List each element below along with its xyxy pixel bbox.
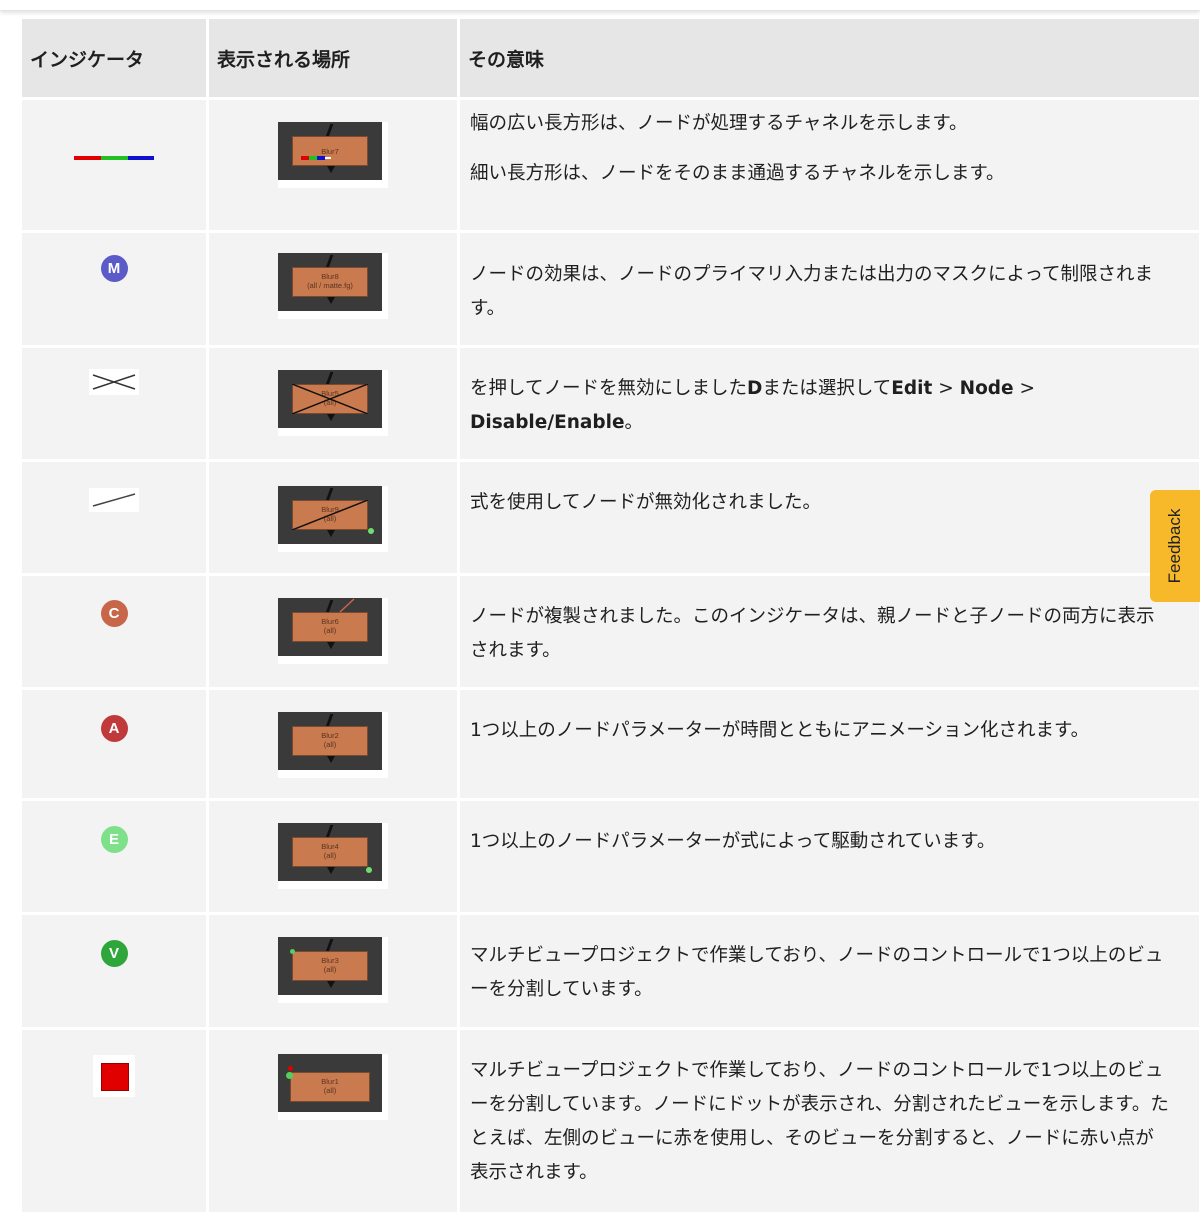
indicator-cell	[22, 1030, 209, 1215]
menu-separator: >	[1013, 378, 1035, 399]
table-row: E Blur4 (all) 1つ以上のノードパラメーターが式によって駆動されてい…	[22, 801, 1200, 915]
location-cell: Blur7	[209, 100, 460, 233]
animated-a-icon: A	[100, 715, 128, 742]
expression-disabled-line-icon	[89, 488, 139, 512]
meaning-cell: ノードが複製されました。このインジケータは、親ノードと子ノードの両方に表示されま…	[460, 576, 1200, 690]
indicator-cell: E	[22, 801, 209, 915]
expression-e-icon: E	[100, 826, 128, 853]
node-label: Blur6	[321, 617, 339, 626]
location-cell: Blur3 (all)	[209, 915, 460, 1030]
view-dot-red-square-icon	[93, 1055, 135, 1097]
node-sublabel: (all)	[323, 965, 337, 974]
meaning-text: マルチビュープロジェクトで作業しており、ノードのコントロールで1つ以上のビューを…	[470, 1060, 1169, 1183]
meaning-cell: 式を使用してノードが無効化されました。	[460, 462, 1200, 576]
multiview-v-icon: V	[100, 940, 128, 967]
meaning-cell: 幅の広い長方形は、ノードが処理するチャネルを示します。 細い長方形は、ノードをそ…	[460, 100, 1200, 233]
meaning-text-part: または選択して	[762, 378, 892, 399]
node-thumbnail: Blur4 (all)	[278, 823, 388, 889]
indicator-cell: A	[22, 690, 209, 801]
location-cell: Blur5 (all)	[209, 348, 460, 462]
header-indicator: インジケータ	[22, 19, 209, 100]
green-dot-icon	[366, 867, 372, 873]
meaning-text: 幅の広い長方形は、ノードが処理するチャネルを示します。	[470, 113, 968, 134]
node-thumbnail: Blur9 (all)	[278, 486, 388, 552]
menu-node: Node	[959, 378, 1014, 399]
meaning-text: を押してノードを無効にしましたDまたは選択してEdit > Node > Dis…	[470, 372, 1169, 440]
node-label: Blur4	[321, 842, 339, 851]
location-cell: Blur2 (all)	[209, 690, 460, 801]
meaning-text-part: 。	[624, 412, 644, 433]
indicator-cell	[22, 348, 209, 462]
node-label: Blur8	[321, 272, 339, 281]
menu-separator: >	[932, 378, 960, 399]
meaning-text: ノードの効果は、ノードのプライマリ入力または出力のマスクによって制限されます。	[470, 264, 1154, 319]
table-row: C Blur6 (all) ノードが複製されました。このインジケータは、親ノード…	[22, 576, 1200, 690]
node-thumbnail: Blur8 (all / matte.fg)	[278, 253, 388, 319]
table-header-row: インジケータ 表示される場所 その意味	[22, 19, 1200, 100]
location-cell: Blur4 (all)	[209, 801, 460, 915]
table-row: Blur5 (all) を押してノードを無効にしましたDまたは選択してEdit …	[22, 348, 1200, 462]
meaning-cell: ノードの効果は、ノードのプライマリ入力または出力のマスクによって制限されます。	[460, 233, 1200, 348]
node-sublabel: (all)	[323, 740, 337, 749]
location-cell: Blur1 (all)	[209, 1030, 460, 1215]
meaning-cell: 1つ以上のノードパラメーターが式によって駆動されています。	[460, 801, 1200, 915]
menu-disable-enable: Disable/Enable	[470, 412, 625, 433]
table-row: Blur9 (all) 式を使用してノードが無効化されました。	[22, 462, 1200, 576]
meaning-text: 1つ以上のノードパラメーターが時間とともにアニメーション化されます。	[470, 720, 1090, 741]
node-label: Blur3	[321, 956, 339, 965]
indicator-cell	[22, 462, 209, 576]
mask-m-icon: M	[100, 255, 128, 282]
table-row: Blur1 (all) マルチビュープロジェクトで作業しており、ノードのコントロ…	[22, 1030, 1200, 1215]
location-cell: Blur8 (all / matte.fg)	[209, 233, 460, 348]
indicator-cell: M	[22, 233, 209, 348]
indicator-cell: V	[22, 915, 209, 1030]
green-dot-icon	[286, 1072, 293, 1079]
top-bar	[0, 0, 1200, 11]
table-row: M Blur8 (all / matte.fg) ノードの効果は、ノードのプライ…	[22, 233, 1200, 348]
meaning-text: マルチビュープロジェクトで作業しており、ノードのコントロールで1つ以上のビューを…	[470, 945, 1164, 1000]
meaning-cell: マルチビュープロジェクトで作業しており、ノードのコントロールで1つ以上のビューを…	[460, 915, 1200, 1030]
node-sublabel: (all)	[323, 626, 337, 635]
meaning-cell: 1つ以上のノードパラメーターが時間とともにアニメーション化されます。	[460, 690, 1200, 801]
rgb-channel-bar-icon	[74, 146, 154, 160]
node-sublabel: (all)	[323, 851, 337, 860]
meaning-text: ノードが複製されました。このインジケータは、親ノードと子ノードの両方に表示されま…	[470, 606, 1155, 661]
meaning-cell: を押してノードを無効にしましたDまたは選択してEdit > Node > Dis…	[460, 348, 1200, 462]
node-label: Blur1	[321, 1077, 339, 1086]
meaning-text: 式を使用してノードが無効化されました。	[470, 492, 821, 513]
indicator-table: インジケータ 表示される場所 その意味 Blur7 幅の広い長方形は、ノードが処…	[22, 19, 1200, 1215]
header-meaning: その意味	[460, 19, 1200, 100]
meaning-text-part: を押してノードを無効にしました	[470, 378, 747, 399]
node-label: Blur2	[321, 731, 339, 740]
meaning-cell: マルチビュープロジェクトで作業しており、ノードのコントロールで1つ以上のビューを…	[460, 1030, 1200, 1215]
clone-c-icon: C	[100, 600, 128, 627]
feedback-tab[interactable]: Feedback	[1150, 490, 1200, 602]
node-thumbnail: Blur7	[278, 122, 388, 188]
table-row: Blur7 幅の広い長方形は、ノードが処理するチャネルを示します。 細い長方形は…	[22, 100, 1200, 233]
key-d: D	[746, 378, 763, 399]
node-sublabel: (all / matte.fg)	[307, 281, 353, 290]
node-sublabel: (all)	[323, 1086, 337, 1095]
location-cell: Blur9 (all)	[209, 462, 460, 576]
indicator-cell	[22, 100, 209, 233]
node-thumbnail: Blur5 (all)	[278, 370, 388, 436]
meaning-text: 細い長方形は、ノードをそのまま通過するチャネルを示します。	[470, 163, 1005, 184]
disabled-x-icon	[89, 369, 139, 395]
node-label: Blur7	[321, 147, 339, 156]
node-thumbnail: Blur2 (all)	[278, 712, 388, 778]
menu-edit: Edit	[891, 378, 933, 399]
location-cell: Blur6 (all)	[209, 576, 460, 690]
green-dot-icon	[368, 528, 374, 534]
meaning-text: 1つ以上のノードパラメーターが式によって駆動されています。	[470, 831, 996, 852]
node-thumbnail: Blur3 (all)	[278, 937, 388, 1003]
node-thumbnail: Blur1 (all)	[278, 1054, 388, 1120]
table-row: A Blur2 (all) 1つ以上のノードパラメーターが時間とともにアニメーシ…	[22, 690, 1200, 801]
indicator-cell: C	[22, 576, 209, 690]
header-location: 表示される場所	[209, 19, 460, 100]
red-dot-icon	[288, 1066, 293, 1071]
feedback-label: Feedback	[1165, 508, 1184, 584]
node-thumbnail: Blur6 (all)	[278, 598, 388, 664]
table-row: V Blur3 (all) マルチビュープロジェクトで作業しており、ノードのコン…	[22, 915, 1200, 1030]
green-dot-icon	[290, 949, 295, 954]
